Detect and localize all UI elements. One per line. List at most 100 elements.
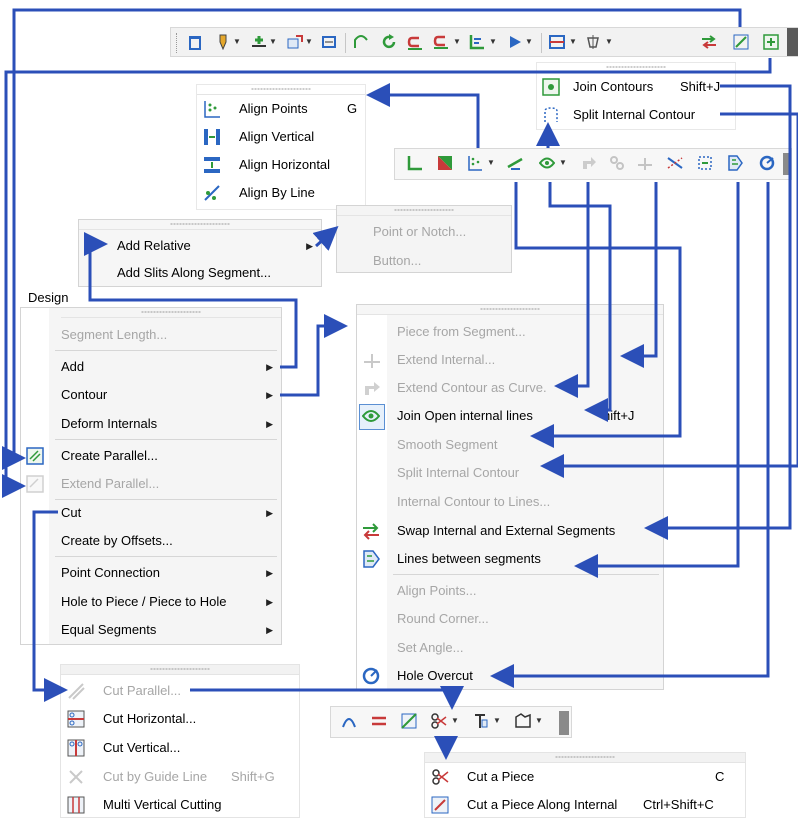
menu-item-cut[interactable]: Cut ▶: [21, 500, 281, 526]
align-points-icon[interactable]: [467, 155, 483, 171]
cut-horizontal-icon[interactable]: [371, 713, 387, 729]
design-menu-title[interactable]: Design: [28, 288, 68, 308]
menu-item-multi-vertical-cutting[interactable]: Multi Vertical Cutting: [61, 792, 299, 818]
insert-dropdown[interactable]: ▼: [305, 37, 313, 46]
extend-internal-icon[interactable]: [637, 155, 653, 171]
main-toolbar: ▼ ▼ ▼ ▼ ▼ ▼ ▼ ▼: [170, 27, 798, 57]
menu-item-align-vertical[interactable]: Align Vertical: [197, 124, 365, 150]
grade-icon[interactable]: [515, 713, 531, 729]
menu-item-round-corner[interactable]: Round Corner...: [357, 606, 663, 632]
join-open-lines-icon[interactable]: [538, 155, 556, 171]
menu-item-join-contours[interactable]: Join Contours Shift+J: [537, 74, 735, 100]
extend-contour-icon[interactable]: [581, 155, 597, 171]
menu-item-cut-horizontal[interactable]: Cut Horizontal...: [61, 706, 299, 732]
play-icon[interactable]: [507, 34, 523, 50]
menu-item-segment-length[interactable]: Segment Length...: [21, 322, 281, 348]
hole-overcut-icon[interactable]: [759, 155, 775, 171]
contour-toolbar: ▼ ▼: [394, 148, 792, 180]
toolbar-overflow[interactable]: [787, 28, 798, 56]
menu-item-internal-contour-to-lines[interactable]: Internal Contour to Lines...: [357, 489, 663, 515]
measure-icon[interactable]: [469, 34, 485, 50]
rotate-icon[interactable]: [381, 34, 397, 50]
menu-item-deform-internals[interactable]: Deform Internals ▶: [21, 411, 281, 437]
piece-dropdown[interactable]: ▼: [605, 37, 613, 46]
scissors-icon[interactable]: [431, 713, 447, 729]
menu-item-add-slits[interactable]: Add Slits Along Segment...: [79, 260, 321, 286]
add-point-dropdown[interactable]: ▼: [269, 37, 277, 46]
toolbar-overflow[interactable]: [783, 153, 791, 175]
join-dropdown[interactable]: ▼: [559, 158, 567, 167]
chain-icon[interactable]: [609, 155, 625, 171]
grade-dropdown[interactable]: ▼: [535, 716, 543, 725]
menu-item-contour[interactable]: Contour ▶: [21, 382, 281, 408]
right-angle-icon[interactable]: [407, 155, 423, 171]
join-contours-icon[interactable]: [763, 34, 779, 50]
design-menu: Segment Length... Add ▶ Contour ▶ Deform…: [20, 307, 282, 645]
submenu-arrow-icon: ▶: [266, 390, 273, 400]
fill-shape-icon[interactable]: [437, 155, 453, 171]
menu-item-cut-a-piece[interactable]: Cut a Piece C: [425, 764, 745, 790]
menu-item-align-points[interactable]: Align Points G: [197, 96, 365, 122]
align-icon[interactable]: [733, 34, 749, 50]
menu-item-cut-by-guide-line[interactable]: Cut by Guide Line Shift+G: [61, 764, 299, 790]
flip-dropdown[interactable]: ▼: [453, 37, 461, 46]
insert-icon[interactable]: [287, 34, 303, 50]
curve-icon[interactable]: [353, 34, 369, 50]
menu-item-create-parallel[interactable]: Create Parallel...: [21, 443, 281, 469]
menu-item-label: Point Connection: [61, 565, 161, 580]
piece-icon[interactable]: [585, 34, 601, 50]
notch-dropdown[interactable]: ▼: [569, 37, 577, 46]
play-dropdown[interactable]: ▼: [525, 37, 533, 46]
align-vertical-icon: [203, 128, 221, 146]
pen-tool-dropdown[interactable]: ▼: [233, 37, 241, 46]
menu-item-split-internal-contour[interactable]: Split Internal Contour: [357, 460, 663, 486]
menu-item-swap-segments[interactable]: Swap Internal and External Segments: [357, 518, 663, 544]
flip-icon[interactable]: [433, 34, 449, 50]
menu-item-point-connection[interactable]: Point Connection ▶: [21, 560, 281, 586]
add-submenu: Add Relative ▶ Add Slits Along Segment..…: [78, 219, 322, 287]
trash-icon[interactable]: [187, 34, 203, 50]
menu-item-piece-from-segment[interactable]: Piece from Segment...: [357, 319, 663, 345]
scissors-dropdown[interactable]: ▼: [451, 716, 459, 725]
pen-tool-icon[interactable]: [215, 34, 231, 51]
measure-dropdown[interactable]: ▼: [489, 37, 497, 46]
cut-tool-icon[interactable]: [341, 713, 357, 729]
menu-item-add-relative[interactable]: Add Relative ▶: [79, 233, 321, 259]
menu-item-align-horizontal[interactable]: Align Horizontal: [197, 152, 365, 178]
menu-item-hole-to-piece[interactable]: Hole to Piece / Piece to Hole ▶: [21, 589, 281, 615]
menu-item-cut-vertical[interactable]: Cut Vertical...: [61, 735, 299, 761]
menu-item-button[interactable]: Button...: [337, 248, 511, 274]
swap-segments-icon[interactable]: [701, 34, 717, 50]
lines-between-segments-icon[interactable]: [727, 155, 743, 171]
menu-item-cut-parallel[interactable]: Cut Parallel...: [61, 678, 299, 704]
menu-item-hole-overcut[interactable]: Hole Overcut: [357, 663, 663, 689]
menu-item-create-by-offsets[interactable]: Create by Offsets...: [21, 528, 281, 554]
menu-item-set-angle[interactable]: Set Angle...: [357, 635, 663, 661]
menu-item-equal-segments[interactable]: Equal Segments ▶: [21, 617, 281, 643]
menu-item-align-points[interactable]: Align Points...: [357, 578, 663, 604]
toolbar-overflow[interactable]: [559, 711, 569, 735]
menu-item-align-by-line[interactable]: Align By Line: [197, 180, 365, 206]
menu-item-point-or-notch[interactable]: Point or Notch...: [337, 219, 511, 245]
menu-item-extend-contour-curve[interactable]: Extend Contour as Curve.: [357, 375, 663, 401]
frame-icon[interactable]: [321, 34, 337, 50]
notch-icon[interactable]: [549, 34, 565, 50]
pattern-dropdown[interactable]: ▼: [493, 716, 501, 725]
menu-item-split-internal-contour[interactable]: Split Internal Contour: [537, 102, 735, 128]
add-point-icon[interactable]: [251, 34, 267, 50]
menu-item-lines-between-segments[interactable]: Lines between segments: [357, 546, 663, 572]
menu-item-smooth-segment[interactable]: Smooth Segment: [357, 432, 663, 458]
menu-item-extend-internal[interactable]: Extend Internal...: [357, 347, 663, 373]
pattern-icon[interactable]: [473, 713, 489, 729]
menu-item-cut-piece-along-internal[interactable]: Cut a Piece Along Internal Ctrl+Shift+C: [425, 792, 745, 818]
mirror-icon[interactable]: [407, 34, 423, 50]
align-dropdown[interactable]: ▼: [487, 158, 495, 167]
cut-piece-icon[interactable]: [401, 713, 417, 729]
split-contour-icon[interactable]: [697, 155, 713, 171]
menu-item-add[interactable]: Add ▶: [21, 354, 281, 380]
menu-item-shortcut: C: [715, 769, 725, 784]
menu-item-extend-parallel[interactable]: Extend Parallel...: [21, 471, 281, 497]
extend-line-icon[interactable]: [507, 155, 523, 171]
menu-item-join-open-internal-lines[interactable]: Join Open internal lines hift+J: [357, 403, 663, 429]
scissors-line-icon[interactable]: [667, 155, 683, 171]
